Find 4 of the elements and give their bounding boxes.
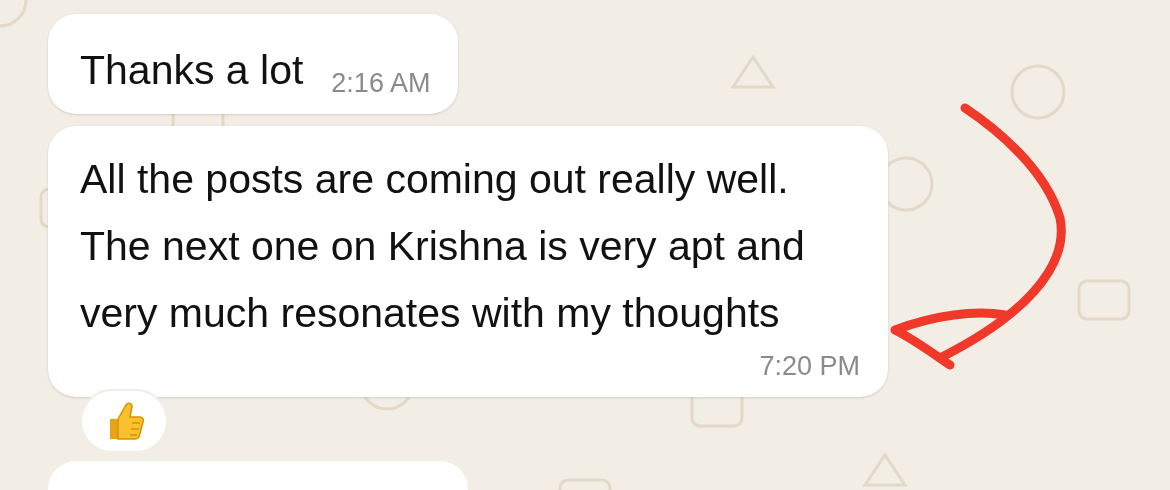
message-text: All the posts are coming out really well. The next one on Krishna is very apt and very much resonates with my thoughts [80, 155, 806, 338]
message-time: 2:16 AM [331, 68, 431, 98]
message-time: 7:20 PM [759, 351, 860, 381]
message-text: Thanks a lot [80, 46, 304, 94]
